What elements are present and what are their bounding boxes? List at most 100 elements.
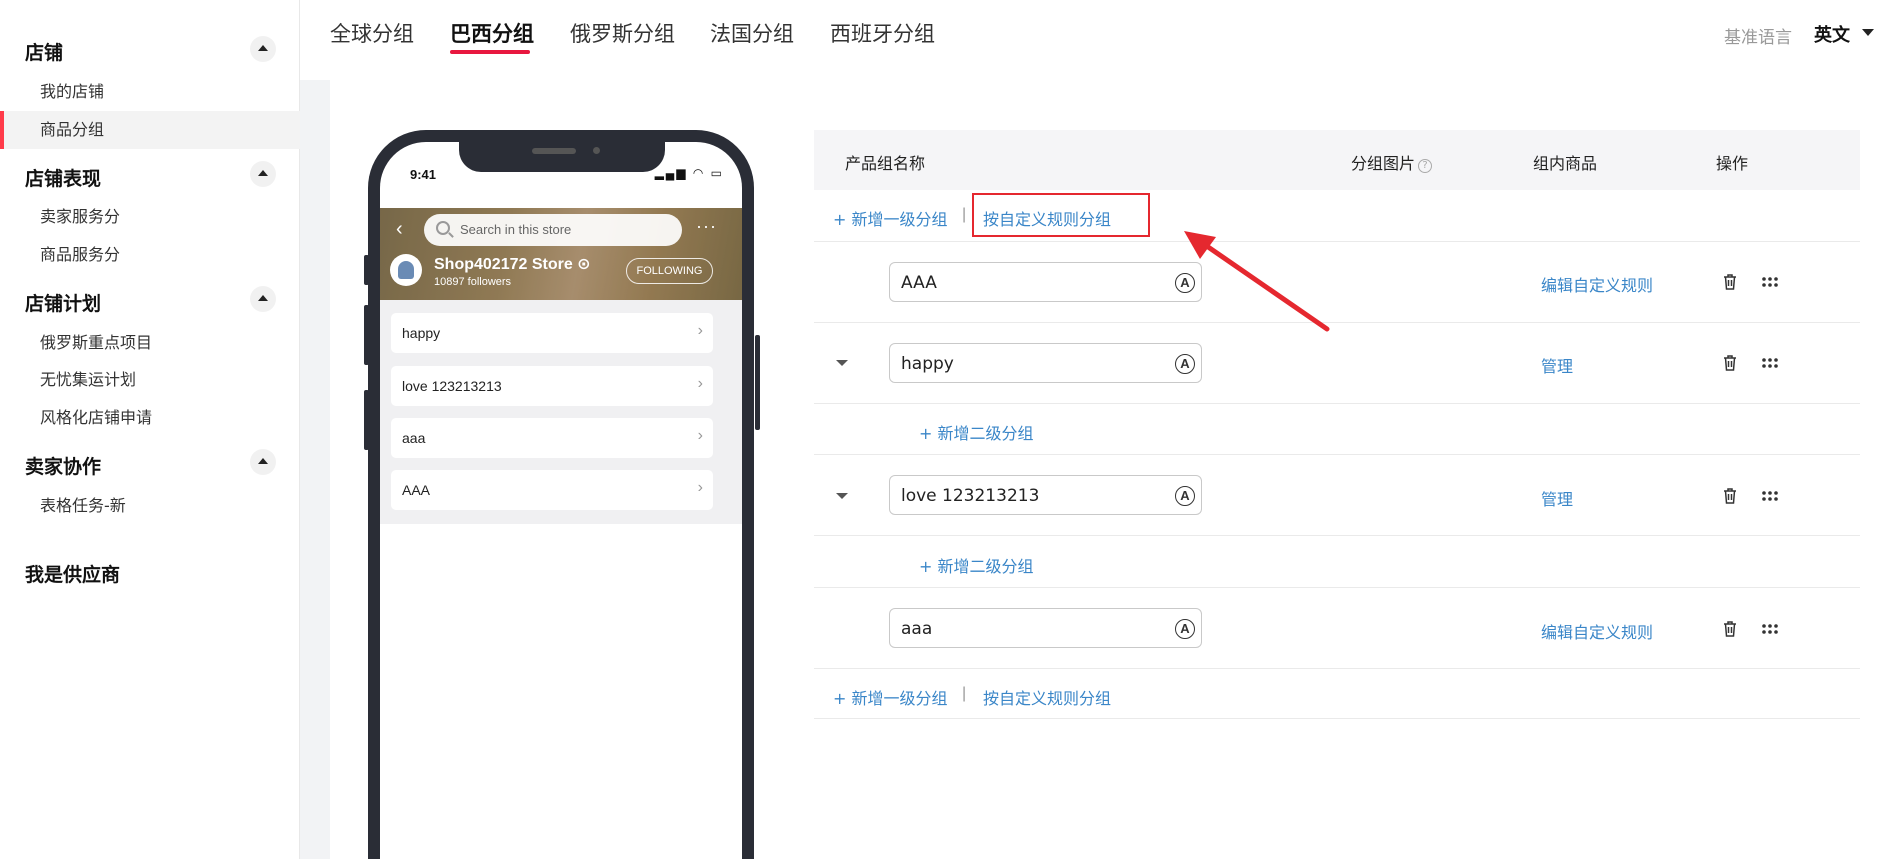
annotation-arrow-icon (1184, 231, 1330, 332)
header-products: 组内商品 (1533, 154, 1598, 173)
header-operations: 操作 (1716, 154, 1749, 173)
followers-count: 10897 followers (434, 276, 512, 288)
phone-notch (459, 142, 665, 172)
list-item[interactable]: aaa › (391, 418, 713, 458)
translate-icon[interactable]: A (1175, 486, 1195, 506)
collapse-toggle-collab[interactable] (250, 449, 276, 475)
base-language-label: 基准语言 (1724, 28, 1792, 48)
collapse-toggle-performance[interactable] (250, 161, 276, 187)
chevron-down-icon[interactable] (1862, 29, 1874, 36)
header-group-image: 分组图片? (1351, 150, 1433, 174)
trash-icon[interactable] (1723, 355, 1737, 371)
sidebar-item-supplier[interactable]: 我是供应商 (25, 560, 120, 587)
expand-caret-icon[interactable] (836, 493, 848, 499)
manage-link[interactable]: 管理 (1541, 353, 1573, 377)
list-item[interactable]: love 123213213 › (391, 366, 713, 406)
store-name: Shop402172 Store ⊙ (434, 256, 591, 273)
help-icon[interactable]: ? (1418, 159, 1433, 173)
row-divider (814, 403, 1860, 404)
translate-icon[interactable]: A (1175, 354, 1195, 374)
trash-icon[interactable] (1723, 274, 1737, 290)
table-header: 产品组名称 分组图片? 组内商品 操作 (814, 130, 1860, 190)
following-button[interactable]: FOLLOWING (626, 258, 713, 284)
collapse-toggle-plans[interactable] (250, 286, 276, 312)
signal-wifi-battery-icon: ▂▄▆ ◠ ▭ (654, 166, 724, 180)
tab-france[interactable]: 法国分组 (710, 18, 794, 48)
separator: | (962, 206, 967, 223)
group-name-value: happy (901, 354, 954, 374)
sidebar-section-collab: 卖家协作 (25, 456, 102, 478)
sidebar-item-style-store[interactable]: 风格化店铺申请 (0, 399, 300, 437)
group-name-value: love 123213213 (901, 486, 1040, 506)
trash-icon[interactable] (1723, 621, 1737, 637)
chevron-right-icon: › (697, 322, 703, 339)
translate-icon[interactable]: A (1175, 619, 1195, 639)
sidebar-item-seller-score[interactable]: 卖家服务分 (0, 198, 300, 236)
sidebar-section-performance: 店铺表现 (25, 168, 102, 190)
header-group-image-label: 分组图片 (1351, 154, 1416, 173)
separator: | (962, 685, 967, 702)
group-name-value: aaa (901, 619, 933, 639)
tab-brazil[interactable]: 巴西分组 (450, 18, 534, 48)
speaker (532, 148, 576, 154)
category-list: happy › love 123213213 › aaa › AAA › (380, 300, 742, 524)
row-divider (814, 718, 1860, 719)
chevron-right-icon: › (697, 375, 703, 392)
drag-handle-icon[interactable] (1761, 357, 1779, 369)
more-icon[interactable]: ··· (696, 216, 717, 237)
sidebar-item-product-score[interactable]: 商品服务分 (0, 236, 300, 274)
sidebar-section-store: 店铺 (25, 42, 64, 64)
list-item-label: love 123213213 (402, 378, 502, 394)
group-name-input[interactable]: aaa A (889, 608, 1202, 648)
sidebar-section-plans: 店铺计划 (25, 293, 102, 315)
add-first-level-group-button[interactable]: + 新增一级分组 (833, 685, 948, 709)
drag-handle-icon[interactable] (1761, 276, 1779, 288)
sidebar-item-russia-project[interactable]: 俄罗斯重点项目 (0, 324, 300, 362)
phone-side-button (755, 335, 760, 430)
list-item-label: happy (402, 325, 441, 341)
language-select[interactable]: 英文 (1814, 21, 1850, 47)
tab-global[interactable]: 全球分组 (330, 18, 414, 48)
search-placeholder: Search in this store (460, 222, 572, 237)
tab-spain[interactable]: 西班牙分组 (830, 18, 935, 48)
phone-preview: 9:41 ▂▄▆ ◠ ▭ ‹ Search in this store ··· … (368, 130, 754, 859)
drag-handle-icon[interactable] (1761, 490, 1779, 502)
row-divider (814, 587, 1860, 588)
sidebar-item-shipping-plan[interactable]: 无忧集运计划 (0, 361, 300, 399)
list-item[interactable]: happy › (391, 313, 713, 353)
top-tab-bar: 全球分组 巴西分组 俄罗斯分组 法国分组 西班牙分组 基准语言 英文 (300, 0, 1885, 80)
row-divider (814, 668, 1860, 669)
group-name-input[interactable]: love 123213213 A (889, 475, 1202, 515)
list-item[interactable]: AAA › (391, 470, 713, 510)
highlight-box (972, 193, 1150, 237)
custom-rule-group-button[interactable]: 按自定义规则分组 (983, 685, 1111, 709)
expand-caret-icon[interactable] (836, 360, 848, 366)
sidebar: 店铺 我的店铺 商品分组 店铺表现 卖家服务分 商品服务分 店铺计划 俄罗斯重点… (0, 0, 300, 859)
add-second-level-group-button[interactable]: + 新增二级分组 (919, 420, 1034, 444)
edit-custom-rule-link[interactable]: 编辑自定义规则 (1541, 272, 1653, 296)
group-name-input[interactable]: happy A (889, 343, 1202, 383)
back-icon[interactable]: ‹ (396, 219, 416, 240)
drag-handle-icon[interactable] (1761, 623, 1779, 635)
add-first-level-group-button[interactable]: + 新增一级分组 (833, 206, 948, 230)
trash-icon[interactable] (1723, 488, 1737, 504)
collapse-toggle-store[interactable] (250, 36, 276, 62)
store-avatar (390, 254, 422, 286)
edit-custom-rule-link[interactable]: 编辑自定义规则 (1541, 619, 1653, 643)
list-item-label: aaa (402, 430, 426, 446)
sidebar-item-table-tasks[interactable]: 表格任务-新 (0, 487, 300, 525)
sidebar-item-product-groups[interactable]: 商品分组 (0, 111, 300, 149)
sidebar-item-my-store[interactable]: 我的店铺 (0, 73, 300, 111)
tab-russia[interactable]: 俄罗斯分组 (570, 18, 675, 48)
manage-link[interactable]: 管理 (1541, 486, 1573, 510)
row-divider (814, 535, 1860, 536)
row-divider (814, 454, 1860, 455)
store-header: ‹ Search in this store ··· Shop402172 St… (380, 208, 742, 300)
header-group-name: 产品组名称 (845, 154, 926, 173)
store-search-input[interactable]: Search in this store (424, 214, 682, 246)
group-name-value: AAA (901, 273, 937, 293)
chevron-right-icon: › (697, 427, 703, 444)
add-second-level-group-button[interactable]: + 新增二级分组 (919, 553, 1034, 577)
active-tab-indicator (450, 50, 530, 54)
group-name-input[interactable]: AAA A (889, 262, 1202, 302)
